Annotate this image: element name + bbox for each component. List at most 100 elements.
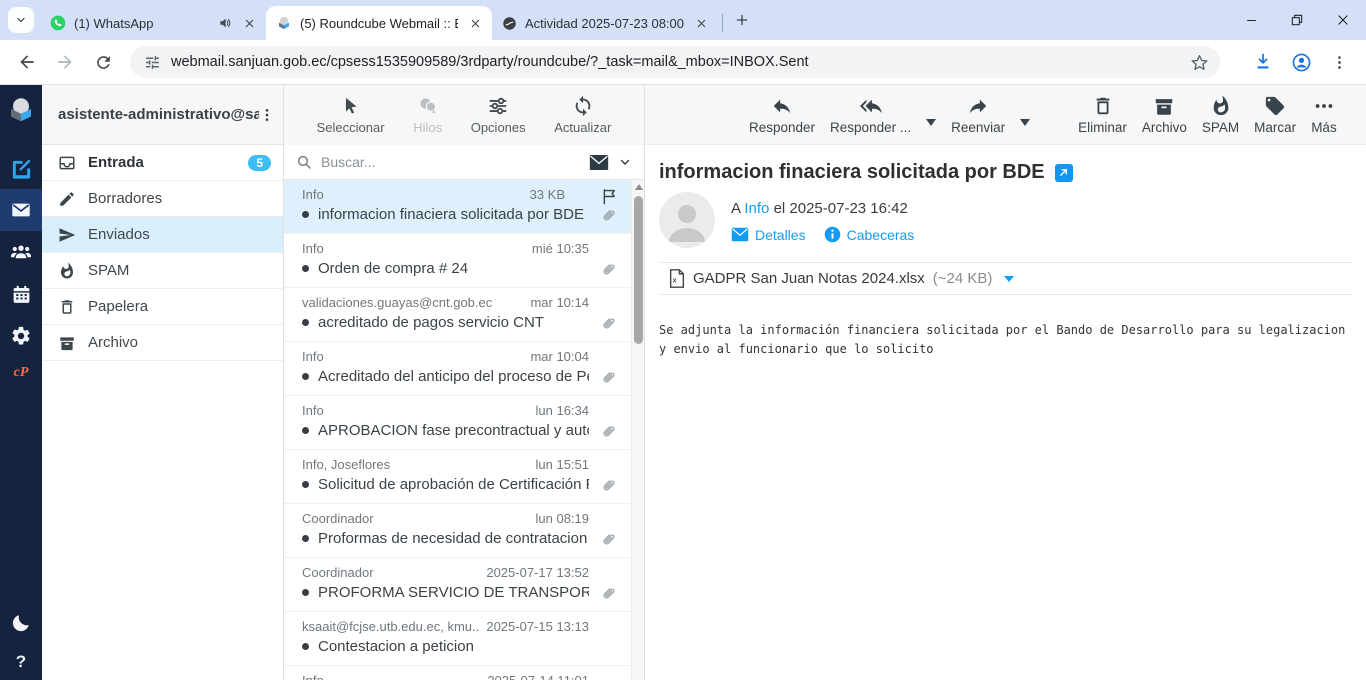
attachment-size: (~24 KB) (933, 270, 993, 287)
to-prefix: A (731, 200, 740, 217)
scrollbar-thumb[interactable] (634, 196, 643, 344)
forward-menu-caret[interactable] (1020, 119, 1030, 126)
more-button[interactable]: Más (1311, 95, 1337, 135)
delete-button[interactable]: Eliminar (1078, 95, 1127, 135)
close-window-button[interactable] (1320, 0, 1366, 40)
nav-contacts[interactable] (0, 231, 42, 273)
unread-dot (302, 373, 309, 380)
profile-icon[interactable] (1284, 45, 1318, 79)
options-button[interactable]: Opciones (471, 95, 526, 135)
message-row[interactable]: Infomar 10:04 Acreditado del anticipo de… (284, 342, 631, 396)
message-row[interactable]: Info, Josefloreslun 15:51 Solicitud de a… (284, 450, 631, 504)
refresh-button[interactable]: Actualizar (554, 95, 611, 135)
back-icon[interactable] (10, 45, 44, 79)
globe-icon (502, 16, 517, 31)
inbox-icon (58, 154, 76, 172)
list-toolbar: Seleccionar Hilos Opciones Actualizar (284, 85, 644, 145)
message-subject: Acreditado del anticipo del proceso de P… (318, 368, 589, 385)
tab-actividad[interactable]: Actividad 2025-07-23 08:00:00 (492, 6, 718, 40)
message-row[interactable]: Info2025-07-14 11:01 (284, 666, 631, 680)
message-row[interactable]: Infolun 16:34 APROBACION fase precontrac… (284, 396, 631, 450)
browser-menu-icon[interactable] (1322, 45, 1356, 79)
tab-search-button[interactable] (8, 7, 34, 33)
search-options-chevron-icon[interactable] (618, 155, 632, 169)
folder-label: Entrada (88, 154, 236, 171)
reply-all-button[interactable]: Responder ... (830, 95, 911, 135)
folder-papelera[interactable]: Papelera (42, 289, 283, 325)
download-icon[interactable] (1246, 45, 1280, 79)
message-row[interactable]: Coordinadorlun 08:19 Proformas de necesi… (284, 504, 631, 558)
unread-dot (302, 427, 309, 434)
folder-borradores[interactable]: Borradores (42, 181, 283, 217)
tab-title: Actividad 2025-07-23 08:00:00 (525, 16, 684, 31)
bookmark-star-icon[interactable] (1182, 45, 1216, 79)
address-field[interactable]: webmail.sanjuan.gob.ec/cpsess1535909589/… (130, 46, 1220, 78)
attachment-bar[interactable]: x GADPR San Juan Notas 2024.xlsx (~24 KB… (659, 262, 1352, 295)
message-subject: Solicitud de aprobación de Certificación… (318, 476, 589, 493)
details-label: Detalles (755, 227, 806, 243)
compose-button[interactable] (0, 147, 42, 189)
mark-button[interactable]: Marcar (1254, 95, 1296, 135)
nav-settings-gear-icon[interactable] (0, 315, 42, 357)
recipient-link[interactable]: Info (744, 200, 769, 217)
paperclip-icon (599, 315, 617, 333)
list-scrollbar[interactable] (631, 180, 644, 680)
message-subject-row: informacion finaciera solicitada por BDE (645, 145, 1366, 190)
nav-cpanel[interactable]: cP (0, 357, 42, 389)
attachment-name[interactable]: GADPR San Juan Notas 2024.xlsx (693, 270, 925, 287)
spam-label: SPAM (1202, 120, 1239, 135)
forward-icon[interactable] (48, 45, 82, 79)
close-icon[interactable] (692, 14, 710, 32)
account-header: asistente-administrativo@sa... (42, 85, 283, 145)
message-sender: ksaait@fcjse.utb.edu.ec, kmu... (302, 619, 480, 634)
close-icon[interactable] (466, 14, 484, 32)
message-row[interactable]: validaciones.guayas@cnt.gob.ecmar 10:14 … (284, 288, 631, 342)
reply-all-menu-caret[interactable] (926, 119, 936, 126)
spam-button[interactable]: SPAM (1202, 95, 1239, 135)
tab-roundcube-active[interactable]: (5) Roundcube Webmail :: Envia (266, 6, 492, 40)
folder-archivo[interactable]: Archivo (42, 325, 283, 361)
attachment-file-xlsx-icon: x (669, 269, 685, 288)
restore-button[interactable] (1274, 0, 1320, 40)
message-row[interactable]: Infomié 10:35 Orden de compra # 24 (284, 234, 631, 288)
threads-button[interactable]: Hilos (413, 95, 442, 135)
message-row[interactable]: Info33 KB informacion finaciera solicita… (284, 180, 631, 234)
message-row[interactable]: ksaait@fcjse.utb.edu.ec, kmu...2025-07-1… (284, 612, 631, 666)
forward-button[interactable]: Reenviar (951, 95, 1005, 135)
unread-dot (302, 481, 309, 488)
folder-label: Borradores (88, 190, 271, 207)
folder-label: SPAM (88, 262, 271, 279)
message-row[interactable]: Coordinador2025-07-17 13:52 PROFORMA SER… (284, 558, 631, 612)
reload-icon[interactable] (86, 45, 120, 79)
folder-entrada[interactable]: Entrada 5 (42, 145, 283, 181)
flag-icon[interactable] (600, 187, 619, 206)
message-date: mar 10:14 (530, 295, 589, 310)
folder-enviados[interactable]: Enviados (42, 217, 283, 253)
tab-whatsapp[interactable]: (1) WhatsApp (40, 6, 266, 40)
folder-spam[interactable]: SPAM (42, 253, 283, 289)
dark-mode-moon-icon[interactable] (0, 602, 42, 644)
message-subject: acreditado de pagos servicio CNT (318, 314, 544, 331)
close-icon[interactable] (240, 14, 258, 32)
site-settings-icon[interactable] (144, 54, 161, 71)
tab-audio-icon[interactable] (218, 16, 232, 30)
details-toggle[interactable]: Detalles (731, 227, 806, 243)
attachment-menu-caret[interactable] (1004, 276, 1014, 282)
help-button[interactable]: ? (0, 644, 42, 680)
scroll-up-arrow[interactable] (635, 184, 643, 190)
select-button[interactable]: Seleccionar (317, 95, 385, 135)
search-scope-envelope-icon[interactable] (589, 154, 609, 171)
archive-button[interactable]: Archivo (1142, 95, 1187, 135)
nav-mail[interactable] (0, 189, 42, 231)
minimize-button[interactable] (1228, 0, 1274, 40)
new-tab-button[interactable] (729, 7, 755, 33)
headers-toggle[interactable]: Cabeceras (824, 226, 915, 243)
message-size: 33 KB (530, 187, 565, 202)
message-list-panel: Seleccionar Hilos Opciones Actualizar (284, 85, 645, 680)
search-input[interactable] (321, 154, 580, 170)
reading-pane: Responder Responder ... Reenviar Elimina… (645, 85, 1366, 680)
open-in-new-window-icon[interactable] (1055, 164, 1073, 182)
nav-calendar[interactable] (0, 273, 42, 315)
account-menu-icon[interactable] (259, 107, 275, 123)
reply-button[interactable]: Responder (749, 95, 815, 135)
